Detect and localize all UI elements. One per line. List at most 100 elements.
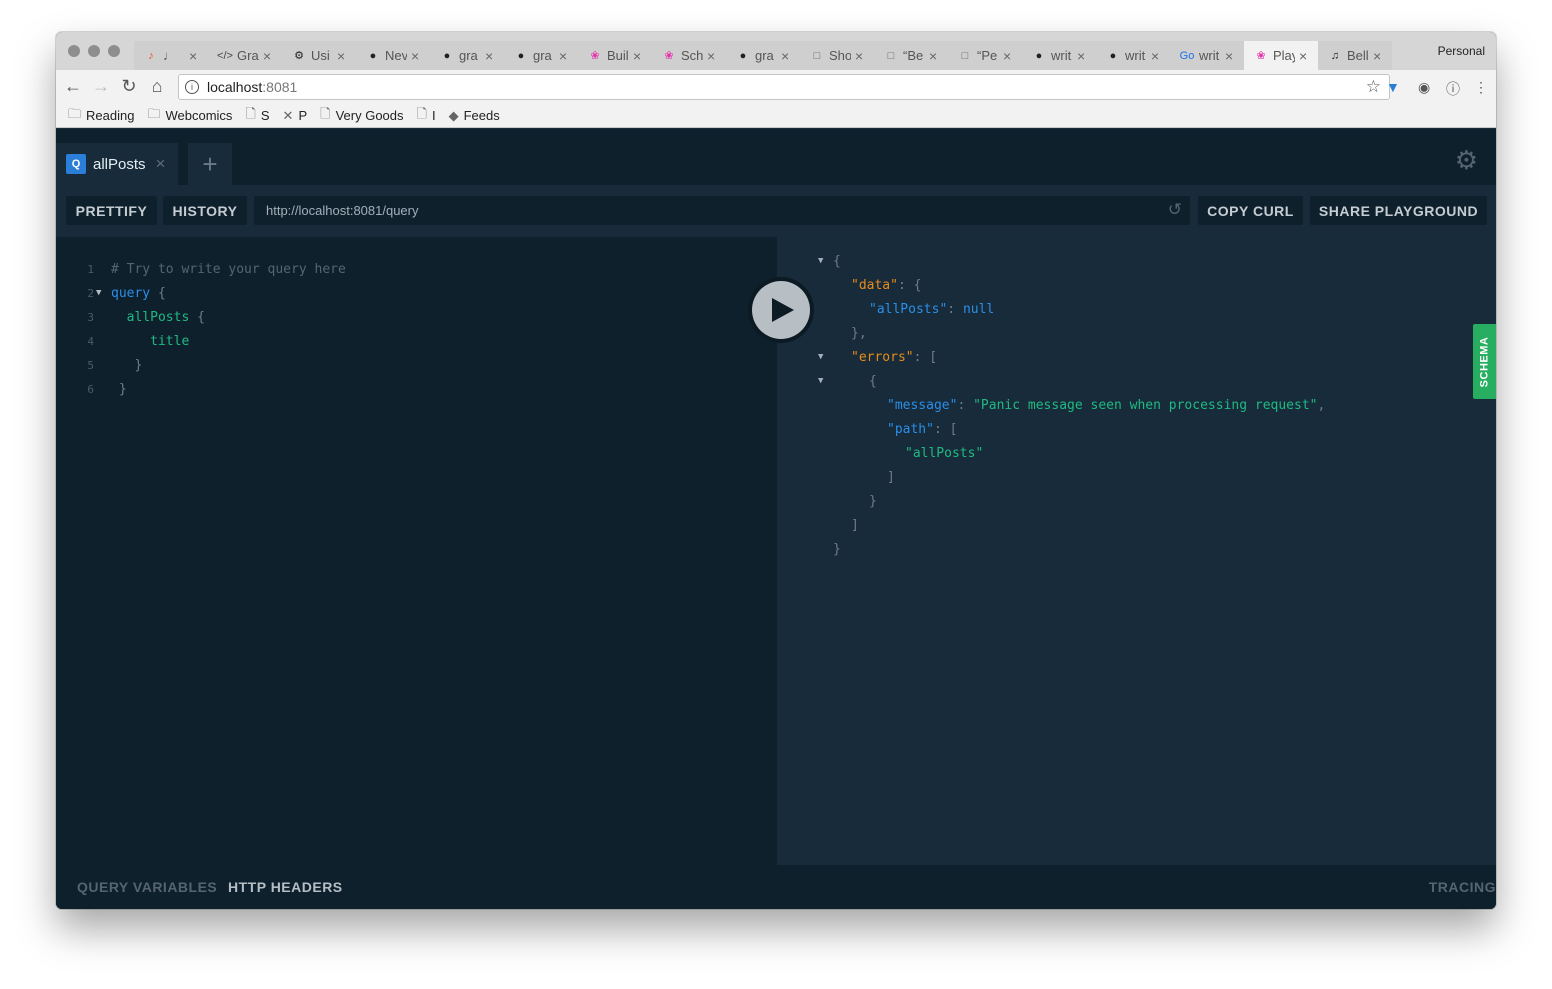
site-info-icon[interactable]: i xyxy=(185,80,199,94)
prettify-button[interactable]: PRETTIFY xyxy=(66,196,157,225)
tab-close-icon[interactable]: × xyxy=(263,48,271,64)
address-bar[interactable]: i localhost:8081 ☆ xyxy=(178,74,1390,100)
play-icon xyxy=(772,298,794,322)
result-line: }, xyxy=(777,321,1467,345)
tab-title: Bell xyxy=(1347,48,1369,63)
bookmark-item[interactable]: ✕ P xyxy=(283,108,308,124)
reload-icon[interactable]: ↻ xyxy=(118,76,140,97)
browser-tab[interactable]: ♫ Bell × xyxy=(1318,41,1392,70)
line-number: 2 xyxy=(87,286,94,300)
info-extension-icon[interactable]: ⓘ xyxy=(1446,79,1460,99)
browser-tab[interactable]: ❀ Play × xyxy=(1244,41,1318,70)
result-line-text: { xyxy=(833,254,841,269)
copy-curl-button[interactable]: COPY CURL xyxy=(1198,196,1303,225)
tab-close-icon[interactable]: × xyxy=(929,48,937,64)
browser-tab[interactable]: ❀ Buil × xyxy=(578,41,652,70)
share-playground-button[interactable]: SHARE PLAYGROUND xyxy=(1310,196,1487,225)
tab-close-icon[interactable]: × xyxy=(633,48,641,64)
http-headers-tab[interactable]: HTTP HEADERS xyxy=(228,879,343,895)
back-icon[interactable]: ← xyxy=(62,76,84,97)
reset-endpoint-icon[interactable]: ↺ xyxy=(1168,200,1182,220)
browser-window: ♪ ♩ × </> Gra × ⚙ Usi × ● Nev × ● gra × ● gra × ❀ Buil × ❀ Sch… xyxy=(56,32,1496,909)
browser-tab[interactable]: ⚙ Usi × xyxy=(282,41,356,70)
tab-close-icon[interactable]: × xyxy=(337,48,345,64)
code-token: null xyxy=(962,301,995,317)
tab-close-icon[interactable]: × xyxy=(781,48,789,64)
bookmark-item[interactable]: 🗋 Very Goods xyxy=(320,105,403,127)
fold-arrow-icon[interactable]: ▼ xyxy=(96,288,101,298)
tab-close-icon[interactable]: × xyxy=(1003,48,1011,64)
browser-tab[interactable]: ❀ Sch × xyxy=(652,41,726,70)
settings-gear-icon[interactable]: ⚙ xyxy=(1455,145,1478,176)
fold-arrow-icon[interactable]: ▼ xyxy=(818,376,823,386)
browser-tab[interactable]: □ “Pe × xyxy=(948,41,1022,70)
tracing-tab[interactable]: TRACING xyxy=(1429,879,1496,895)
query-variables-tab[interactable]: QUERY VARIABLES xyxy=(77,879,217,895)
result-line: ▼{ xyxy=(777,249,1467,273)
code-token: { xyxy=(869,373,877,389)
tab-favicon-icon: ● xyxy=(517,49,525,62)
tab-favicon-icon: ♫ xyxy=(1330,49,1340,62)
maximize-window-button[interactable] xyxy=(108,45,120,57)
menu-kebab-icon[interactable]: ⋮ xyxy=(1474,79,1488,96)
tab-favicon-icon: ● xyxy=(739,49,747,62)
execute-query-button[interactable] xyxy=(748,277,814,343)
extension-icon[interactable]: ▼ xyxy=(1386,79,1400,95)
tab-title: Buil xyxy=(607,48,629,63)
endpoint-input[interactable]: http://localhost:8081/query ↺ xyxy=(254,196,1190,225)
tab-close-icon[interactable]: × xyxy=(411,48,419,64)
editor-line: 3 allPosts { xyxy=(56,305,756,329)
browser-tab[interactable]: □ Sho × xyxy=(800,41,874,70)
add-tab-button[interactable]: + xyxy=(188,143,232,185)
browser-tab[interactable]: ● writ × xyxy=(1022,41,1096,70)
query-editor[interactable]: 1 # Try to write your query here 2 ▼ query {… xyxy=(56,237,777,865)
bookmark-item[interactable]: 🗋 S xyxy=(245,105,269,127)
tab-favicon-icon: ● xyxy=(1035,49,1043,62)
tab-close-icon[interactable]: × xyxy=(1299,48,1307,64)
tab-title: Usi xyxy=(311,48,330,63)
bookmark-star-icon[interactable]: ☆ xyxy=(1366,77,1381,97)
tab-close-icon[interactable]: × xyxy=(1225,48,1233,64)
result-line: "path": [ xyxy=(777,417,1467,441)
fold-arrow-icon[interactable]: ▼ xyxy=(818,256,823,266)
schema-tab[interactable]: SCHEMA xyxy=(1473,324,1496,399)
browser-tab[interactable]: ● gra × xyxy=(504,41,578,70)
home-icon[interactable]: ⌂ xyxy=(146,76,168,97)
fold-arrow-icon[interactable]: ▼ xyxy=(818,352,823,362)
browser-tab[interactable]: </> Gra × xyxy=(208,41,282,70)
bookmark-item[interactable]: 🗋 I xyxy=(417,105,436,127)
bookmark-item[interactable]: ◆ Feeds xyxy=(449,108,500,124)
tab-title: writ xyxy=(1125,48,1146,63)
close-tab-icon[interactable]: × xyxy=(156,154,166,174)
browser-tab[interactable]: Go writ × xyxy=(1170,41,1244,70)
result-line-text: ] xyxy=(887,470,895,485)
query-tab-allposts[interactable]: Q allPosts × xyxy=(56,143,178,185)
result-line: ▼{ xyxy=(777,369,1467,393)
camera-extension-icon[interactable]: ◉ xyxy=(1418,79,1430,96)
profile-button[interactable]: Personal xyxy=(1438,44,1485,58)
tab-close-icon[interactable]: × xyxy=(485,48,493,64)
minimize-window-button[interactable] xyxy=(88,45,100,57)
line-number: 4 xyxy=(87,334,94,348)
browser-tab[interactable]: ● gra × xyxy=(430,41,504,70)
bookmark-item[interactable]: 🗀 Reading xyxy=(68,105,134,127)
browser-tab[interactable]: ● Nev × xyxy=(356,41,430,70)
close-window-button[interactable] xyxy=(68,45,80,57)
bookmark-label: Webcomics xyxy=(165,108,233,123)
tab-close-icon[interactable]: × xyxy=(855,48,863,64)
forward-icon[interactable]: → xyxy=(90,76,112,97)
browser-tab[interactable]: ♪ ♩ × xyxy=(134,41,208,70)
browser-tab[interactable]: ● writ × xyxy=(1096,41,1170,70)
tab-close-icon[interactable]: × xyxy=(1077,48,1085,64)
tab-close-icon[interactable]: × xyxy=(1151,48,1159,64)
browser-tab[interactable]: ● gra × xyxy=(726,41,800,70)
tab-close-icon[interactable]: × xyxy=(1373,48,1381,64)
result-line: "message": "Panic message seen when proc… xyxy=(777,393,1467,417)
browser-tab[interactable]: □ “Be × xyxy=(874,41,948,70)
code-token: query xyxy=(111,285,151,301)
tab-close-icon[interactable]: × xyxy=(559,48,567,64)
tab-close-icon[interactable]: × xyxy=(707,48,715,64)
tab-close-icon[interactable]: × xyxy=(189,48,197,64)
history-button[interactable]: HISTORY xyxy=(163,196,247,225)
bookmark-item[interactable]: 🗀 Webcomics xyxy=(147,105,232,127)
